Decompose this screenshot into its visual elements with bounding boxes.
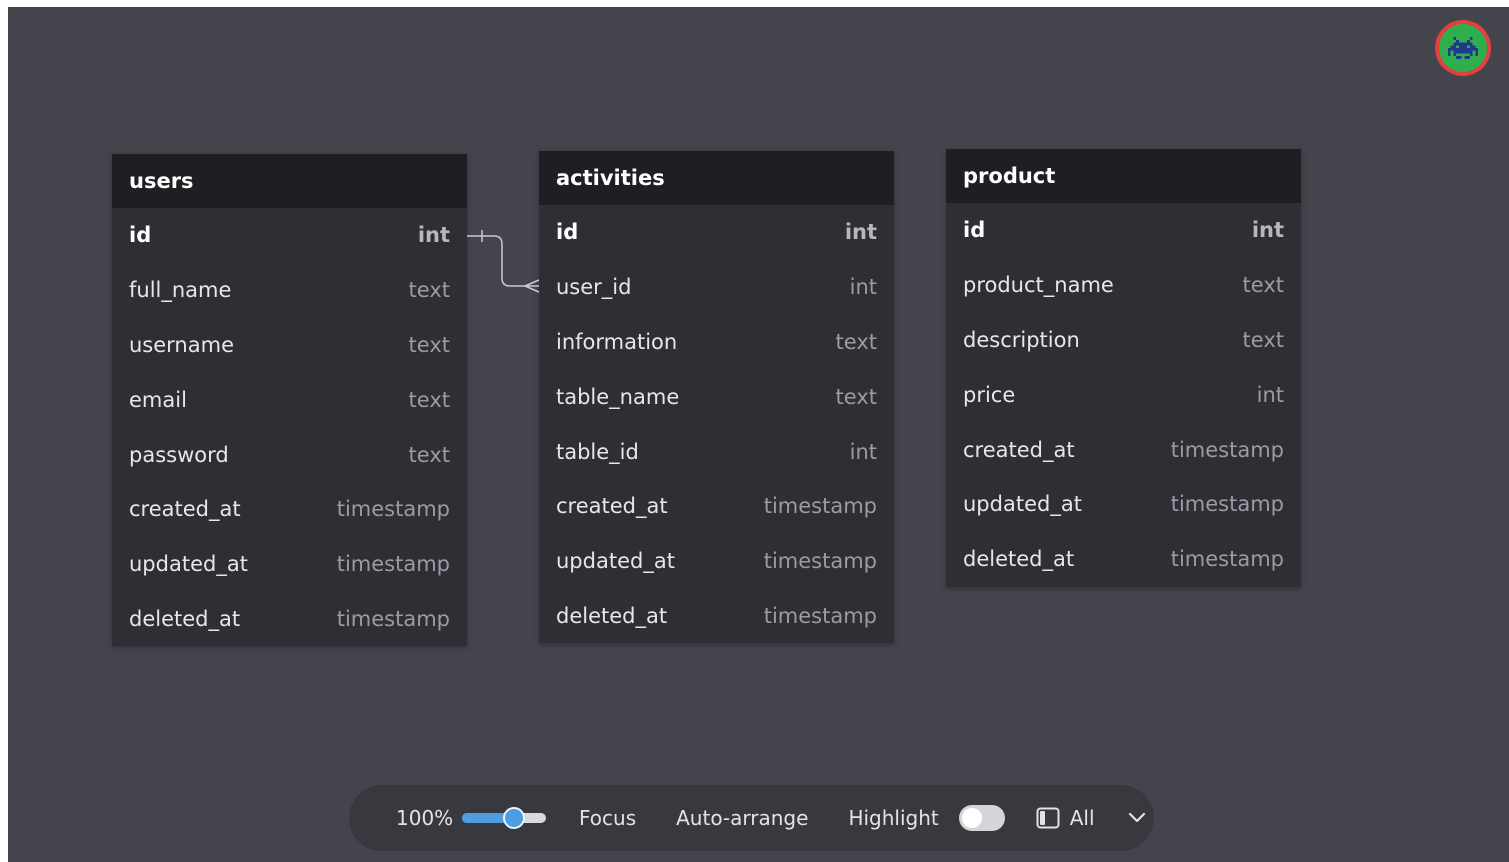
column-name: updated_at (129, 552, 248, 577)
column-name: full_name (129, 278, 232, 303)
column-name: username (129, 332, 234, 357)
view-filter-button[interactable]: All (1036, 806, 1095, 830)
column-name: price (963, 382, 1016, 407)
view-filter-label: All (1069, 806, 1095, 830)
column-name: email (129, 387, 187, 412)
table-row[interactable]: description text (946, 313, 1301, 368)
table-row[interactable]: full_name text (112, 263, 467, 318)
highlight-toggle[interactable] (958, 805, 1005, 831)
column-type: timestamp (763, 603, 877, 628)
column-type: int (844, 220, 877, 245)
focus-button[interactable]: Focus (579, 806, 636, 830)
column-name: deleted_at (963, 547, 1075, 572)
table-row[interactable]: information text (539, 315, 894, 370)
column-type: int (849, 439, 877, 464)
auto-arrange-button[interactable]: Auto-arrange (676, 806, 808, 830)
chevron-down-icon[interactable] (1128, 812, 1146, 824)
column-type: text (408, 387, 450, 412)
column-type: int (849, 275, 877, 300)
table-row[interactable]: email text (112, 372, 467, 427)
table-row[interactable]: product_name text (946, 258, 1301, 313)
column-type: int (1251, 218, 1284, 243)
table-row[interactable]: id int (112, 208, 467, 263)
table-row[interactable]: id int (946, 203, 1301, 258)
table-row[interactable]: created_at timestamp (539, 479, 894, 534)
column-type: timestamp (1170, 547, 1284, 572)
table-row[interactable]: deleted_at timestamp (112, 592, 467, 647)
column-type: int (1256, 382, 1284, 407)
space-invader-icon (1439, 24, 1487, 72)
column-type: text (835, 384, 877, 409)
table-row[interactable]: updated_at timestamp (946, 477, 1301, 532)
toggle-knob (961, 808, 982, 828)
zoom-slider[interactable] (462, 807, 546, 829)
column-type: int (417, 223, 450, 248)
table-row[interactable]: updated_at timestamp (112, 537, 467, 592)
table-activities[interactable]: activities id int user_id int information t… (539, 151, 894, 644)
diagram-canvas[interactable]: users id int full_name text username text e… (8, 7, 1509, 862)
table-row[interactable]: created_at timestamp (946, 422, 1301, 477)
column-name: id (129, 223, 152, 248)
table-row[interactable]: deleted_at timestamp (539, 589, 894, 644)
column-name: id (963, 218, 986, 243)
column-name: information (556, 329, 678, 354)
column-name: updated_at (556, 549, 675, 574)
column-name: created_at (129, 497, 241, 522)
column-name: table_id (556, 439, 639, 464)
column-type: timestamp (336, 497, 450, 522)
column-name: id (556, 220, 579, 245)
zoom-slider-thumb[interactable] (503, 807, 526, 829)
column-name: user_id (556, 275, 632, 300)
column-type: text (408, 442, 450, 467)
column-type: text (408, 278, 450, 303)
diagram-toolbar: 100% Focus Auto-arrange Highlight All (349, 785, 1154, 851)
zoom-level: 100% (396, 806, 454, 830)
column-name: deleted_at (129, 606, 241, 631)
column-type: text (408, 332, 450, 357)
panel-layout-icon (1036, 807, 1060, 829)
highlight-label: Highlight (848, 806, 939, 830)
column-name: table_name (556, 384, 680, 409)
table-row[interactable]: table_name text (539, 369, 894, 424)
table-users[interactable]: users id int full_name text username text e… (112, 154, 467, 647)
column-name: description (963, 327, 1080, 352)
table-header[interactable]: product (946, 149, 1301, 203)
column-name: product_name (963, 273, 1114, 298)
table-row[interactable]: price int (946, 367, 1301, 422)
table-row[interactable]: deleted_at timestamp (946, 532, 1301, 587)
column-name: created_at (556, 494, 668, 519)
column-name: deleted_at (556, 603, 668, 628)
table-row[interactable]: user_id int (539, 260, 894, 315)
column-type: text (835, 329, 877, 354)
column-type: timestamp (1170, 492, 1284, 517)
table-row[interactable]: created_at timestamp (112, 482, 467, 537)
table-header[interactable]: activities (539, 151, 894, 205)
table-row[interactable]: password text (112, 427, 467, 482)
column-type: text (1242, 273, 1284, 298)
column-type: timestamp (336, 606, 450, 631)
column-name: created_at (963, 437, 1075, 462)
column-type: timestamp (1170, 437, 1284, 462)
column-type: timestamp (763, 549, 877, 574)
table-row[interactable]: username text (112, 318, 467, 373)
column-name: password (129, 442, 229, 467)
column-type: text (1242, 327, 1284, 352)
table-row[interactable]: updated_at timestamp (539, 534, 894, 589)
table-header[interactable]: users (112, 154, 467, 208)
column-name: updated_at (963, 492, 1082, 517)
column-type: timestamp (336, 552, 450, 577)
table-row[interactable]: table_id int (539, 424, 894, 479)
table-row[interactable]: id int (539, 205, 894, 260)
table-product[interactable]: product id int product_name text descripti… (946, 149, 1301, 587)
column-type: timestamp (763, 494, 877, 519)
avatar[interactable] (1435, 20, 1491, 76)
